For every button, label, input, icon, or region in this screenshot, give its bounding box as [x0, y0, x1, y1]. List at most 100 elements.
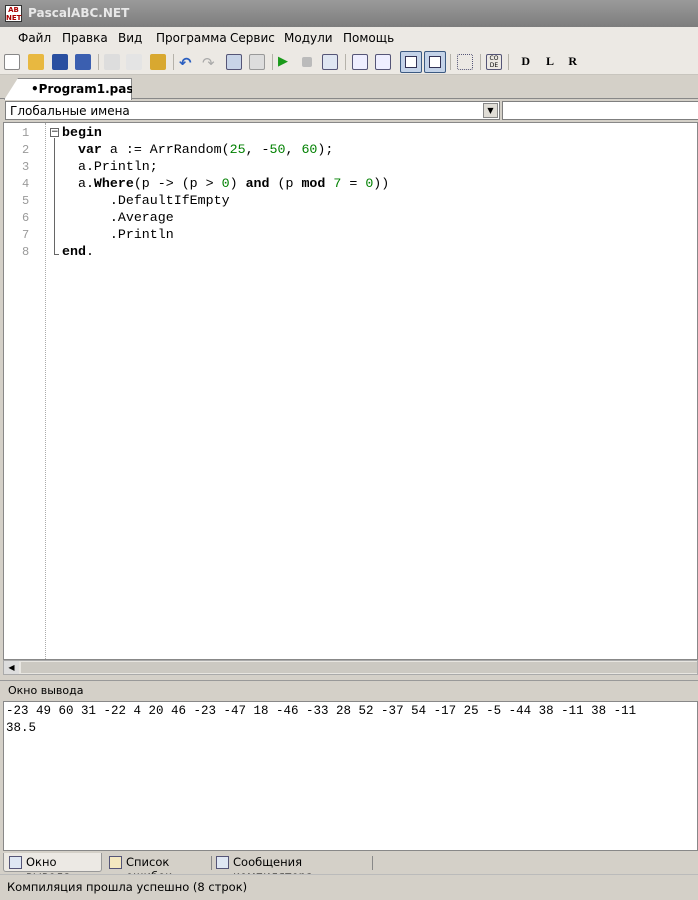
doc-r-icon[interactable]: R	[561, 54, 577, 70]
output-window[interactable]: -23 49 60 31 -22 4 20 46 -23 -47 18 -46 …	[3, 701, 698, 851]
code-token: .	[85, 244, 94, 259]
open-icon[interactable]	[28, 54, 44, 70]
document-tabs: •Program1.pas*	[0, 75, 698, 100]
fold-collapse-icon[interactable]: −	[50, 128, 59, 137]
paste-icon[interactable]	[150, 54, 166, 70]
menu-edit[interactable]: Правка	[62, 31, 108, 45]
code-line: a.Where(p -> (p > 0) and (p mod 7 = 0))	[62, 175, 389, 192]
undo-icon[interactable]: ↶	[179, 54, 195, 72]
separator	[450, 54, 451, 70]
menu-bar: Файл Правка Вид Программа Сервис Модули …	[0, 27, 698, 49]
separator	[345, 54, 346, 70]
toolbar: ↶ ↷ ▶ CO DE D L R	[0, 49, 698, 75]
input-icon	[429, 56, 441, 68]
code-templates-icon[interactable]: CO DE	[486, 54, 502, 70]
code-editor[interactable]: 1 2 3 4 5 6 7 8 − begin var a := ArrRandom(25, …	[3, 122, 698, 660]
compiler-messages-icon	[216, 856, 229, 869]
menu-modules[interactable]: Модули	[284, 31, 333, 45]
code-token: .Println	[62, 227, 174, 242]
menu-file[interactable]: Файл	[18, 31, 51, 45]
uncomment-icon[interactable]	[249, 54, 265, 70]
step-over-icon[interactable]	[375, 54, 391, 70]
chevron-down-icon[interactable]: ▼	[483, 103, 498, 118]
output-panel-header: Окно вывода	[0, 680, 698, 700]
console-icon	[405, 56, 417, 68]
separator	[272, 54, 273, 70]
title-bar: AB NET PascalABC.NET	[0, 0, 698, 27]
line-number: 4	[22, 177, 30, 191]
code-token: .Average	[62, 210, 174, 225]
save-icon[interactable]	[52, 54, 68, 70]
code-line: .Println	[62, 226, 174, 243]
code-token: (p	[269, 176, 302, 191]
line-number: 3	[22, 160, 30, 174]
tab-compiler-messages[interactable]: Сообщения компилятора	[211, 853, 373, 883]
comment-icon[interactable]	[226, 54, 242, 70]
code-line: .DefaultIfEmpty	[62, 192, 230, 209]
cut-icon[interactable]	[104, 54, 120, 70]
step-into-icon[interactable]	[352, 54, 368, 70]
bottom-panel-tabs: Окно вывода Список ошибок Сообщения комп…	[0, 852, 698, 883]
line-number: 1	[22, 126, 30, 140]
new-file-icon[interactable]	[4, 54, 20, 70]
tab-output[interactable]: Окно вывода	[3, 853, 102, 883]
output-icon	[9, 856, 22, 869]
status-text: Компиляция прошла успешно (8 строк)	[7, 880, 248, 894]
format-icon[interactable]	[457, 54, 473, 70]
keyword-token: var	[77, 142, 102, 157]
output-line: 38.5	[6, 721, 37, 735]
compile-icon[interactable]	[322, 54, 338, 70]
scrollbar-thumb[interactable]	[21, 662, 697, 673]
scope-select[interactable]: Глобальные имена ▼	[5, 101, 500, 120]
separator	[480, 54, 481, 70]
member-select[interactable]	[502, 101, 698, 120]
code-line: .Average	[62, 209, 174, 226]
run-icon[interactable]: ▶	[278, 54, 294, 70]
doc-d-icon[interactable]: D	[514, 54, 530, 70]
horizontal-scrollbar[interactable]: ◀	[3, 660, 698, 675]
output-panel-title: Окно вывода	[8, 684, 84, 697]
code-token: );	[317, 142, 334, 157]
separator	[508, 54, 509, 70]
code-token: a.Println;	[62, 159, 158, 174]
code-line: end.	[62, 243, 94, 260]
code-token: )	[229, 176, 246, 191]
menu-program[interactable]: Программа	[156, 31, 227, 45]
code-line: var a := ArrRandom(25, -50, 60);	[62, 141, 333, 158]
keyword-token: begin	[62, 125, 102, 140]
line-number: 8	[22, 245, 30, 259]
stop-icon[interactable]	[302, 57, 312, 67]
save-all-icon[interactable]	[75, 54, 91, 70]
code-token: , -	[245, 142, 270, 157]
number-token: 60	[301, 142, 318, 157]
line-number: 6	[22, 211, 30, 225]
menu-help[interactable]: Помощь	[343, 31, 394, 45]
menu-view[interactable]: Вид	[118, 31, 142, 45]
input-window-toggle[interactable]	[424, 51, 446, 73]
console-output-toggle[interactable]	[400, 51, 422, 73]
error-list-icon	[109, 856, 122, 869]
doc-l-icon[interactable]: L	[538, 54, 554, 70]
number-token: 0	[221, 176, 230, 191]
number-token: 25	[229, 142, 246, 157]
menu-service[interactable]: Сервис	[230, 31, 275, 45]
keyword-token: mod	[301, 176, 326, 191]
tab-errors[interactable]: Список ошибок	[104, 853, 212, 883]
keyword-token: Where	[93, 176, 134, 191]
scroll-left-icon[interactable]: ◀	[4, 661, 19, 674]
keyword-token: and	[245, 176, 270, 191]
redo-icon[interactable]: ↷	[202, 54, 218, 72]
keyword-token: end	[62, 244, 86, 259]
code-token: (p -> (p >	[133, 176, 222, 191]
copy-icon[interactable]	[126, 54, 142, 70]
code-token: a := ArrRandom(	[101, 142, 230, 157]
tab-program1[interactable]: •Program1.pas*	[4, 78, 132, 100]
separator	[98, 54, 99, 70]
code-token: ,	[285, 142, 302, 157]
separator	[173, 54, 174, 70]
line-number-gutter: 1 2 3 4 5 6 7 8	[4, 123, 46, 659]
fold-line	[54, 138, 59, 255]
code-line: a.Println;	[62, 158, 158, 175]
code-token: a.	[62, 176, 94, 191]
